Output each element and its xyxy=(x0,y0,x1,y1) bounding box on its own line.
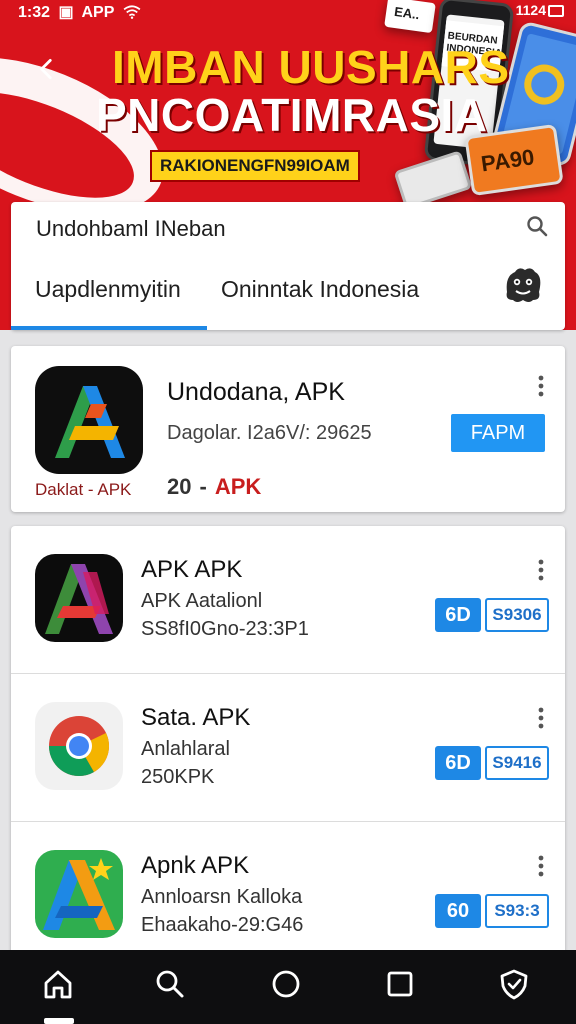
featured-app-icon xyxy=(35,366,143,474)
more-vertical-icon[interactable] xyxy=(537,706,545,730)
app-subtitle: Annloarsn Kalloka xyxy=(141,886,303,908)
rating-badge[interactable]: 6D xyxy=(435,746,481,780)
nav-shield-button[interactable] xyxy=(494,964,534,1004)
featured-app-name: Undodana, APK xyxy=(167,378,345,406)
chevron-left-icon xyxy=(40,58,52,80)
tab-updates[interactable]: Uapdlenmyitin xyxy=(35,276,181,303)
featured-app-card[interactable]: Daklat - APK Undodana, APK Dagolar. I2a6… xyxy=(11,346,565,512)
search-card: Undohbaml INeban Uapdlenmyitin Oninntak … xyxy=(11,202,565,330)
app-name: Apnk APK xyxy=(141,852,250,879)
battery-icon xyxy=(548,5,564,17)
rank-number: 20 xyxy=(167,474,192,499)
featured-app-rank: 20- APK xyxy=(167,474,261,500)
featured-app-details: Dagolar. I2a6V/: 29625 xyxy=(167,422,372,444)
chrome-icon xyxy=(35,702,123,790)
banner-tagline: RAKIONENGFN99IOAM xyxy=(150,150,360,182)
star-a-app-icon xyxy=(35,850,123,938)
size-badge[interactable]: S9306 xyxy=(485,598,549,632)
banner-title-line2: PNCOATIMRASIA xyxy=(96,89,488,141)
search-icon xyxy=(156,970,184,998)
active-tab-indicator xyxy=(11,326,207,330)
more-vertical-icon[interactable] xyxy=(537,374,545,398)
nav-active-indicator xyxy=(44,1018,74,1024)
banner-title-line1: IMBAN UUSHARS xyxy=(112,41,510,93)
more-vertical-icon[interactable] xyxy=(537,854,545,878)
square-icon xyxy=(387,971,413,997)
nav-search-button[interactable] xyxy=(150,964,190,1004)
list-item[interactable]: Sata. APK Anlahlaral 250KPK 6D S9416 xyxy=(11,674,565,822)
rating-badge[interactable]: 6D xyxy=(435,598,481,632)
search-icon[interactable] xyxy=(525,214,549,238)
circle-icon xyxy=(272,970,300,998)
shield-icon xyxy=(500,969,528,1000)
app-name: Sata. APK xyxy=(141,704,251,731)
app-name: APK APK xyxy=(141,556,243,583)
rank-separator: - xyxy=(199,474,207,499)
status-app-label: APP xyxy=(81,4,115,21)
more-vertical-icon[interactable] xyxy=(537,558,545,582)
app-list: APK APK APK Aatalionl SS8fI0Gno-23:3P1 6… xyxy=(11,526,565,956)
size-badge[interactable]: S9416 xyxy=(485,746,549,780)
featured-app-caption: Daklat - APK xyxy=(35,480,132,499)
search-input[interactable]: Undohbaml INeban xyxy=(36,216,226,242)
size-badge[interactable]: S93:3 xyxy=(485,894,549,928)
status-clock: 1:32 xyxy=(18,4,51,21)
purple-a-app-icon xyxy=(35,554,123,642)
status-right-label: 1124 xyxy=(515,2,546,18)
nav-home-button[interactable] xyxy=(38,964,78,1004)
home-icon xyxy=(44,970,72,999)
letter-a-logo-icon xyxy=(55,386,125,458)
rank-label: APK xyxy=(214,474,262,499)
wifi-icon xyxy=(123,5,140,19)
app-subtitle: Anlahlaral xyxy=(141,738,230,760)
monster-avatar-icon[interactable] xyxy=(501,262,545,306)
status-time: 1:32 ▣ APP xyxy=(18,2,141,22)
status-bar: 1:32 ▣ APP 1124 xyxy=(0,0,576,24)
app-meta: 250KPK xyxy=(141,766,215,788)
nav-circle-button[interactable] xyxy=(266,964,306,1004)
nav-square-button[interactable] xyxy=(380,964,420,1004)
tab-indonesia[interactable]: Oninntak Indonesia xyxy=(221,276,419,303)
list-item[interactable]: Apnk APK Annloarsn Kalloka Ehaakaho-29:G… xyxy=(11,822,565,956)
app-subtitle: APK Aatalionl xyxy=(141,590,263,612)
app-meta: Ehaakaho-29:G46 xyxy=(141,914,304,936)
rating-badge[interactable]: 60 xyxy=(435,894,481,928)
banner-price-label: PA90 xyxy=(479,144,536,177)
app-meta: SS8fI0Gno-23:3P1 xyxy=(141,618,309,640)
banner-device-image xyxy=(393,150,473,210)
notification-icon: ▣ xyxy=(58,4,74,21)
bottom-navigation xyxy=(0,950,576,1024)
list-item[interactable]: APK APK APK Aatalionl SS8fI0Gno-23:3P1 6… xyxy=(11,526,565,674)
back-button[interactable] xyxy=(30,52,64,86)
featured-install-button[interactable]: FAPM xyxy=(451,414,545,452)
